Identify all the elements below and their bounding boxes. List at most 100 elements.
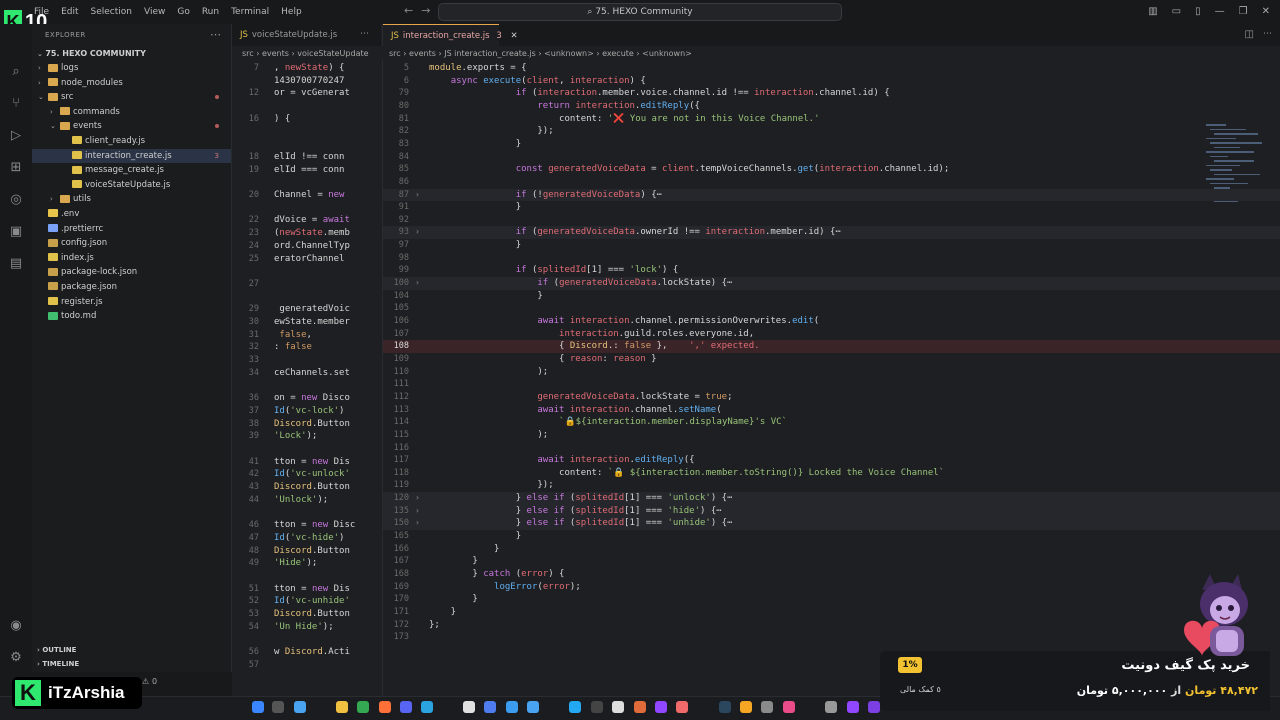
- code-line[interactable]: 169 logError(error);: [383, 581, 1280, 594]
- code-line[interactable]: [232, 380, 381, 393]
- fold-chevron-icon[interactable]: ›: [415, 492, 420, 505]
- sidebar-icon[interactable]: ▯: [1195, 0, 1201, 24]
- code-line[interactable]: 80 return interaction.editReply({: [383, 100, 1280, 113]
- tree-item-client-ready-js[interactable]: client_ready.js: [32, 134, 231, 149]
- code-line[interactable]: 81 content: '❌ You are not in this Voice…: [383, 113, 1280, 126]
- left-code-editor[interactable]: 7 , newState) {1430700770247 12 or = vcGene…: [232, 60, 381, 696]
- code-line[interactable]: 109 { reason: reason }: [383, 353, 1280, 366]
- tab-voice-state-update[interactable]: JS voiceStateUpdate.js: [232, 24, 342, 46]
- close-tab-icon[interactable]: ✕: [510, 31, 517, 41]
- code-line[interactable]: 116: [383, 442, 1280, 455]
- tree-item-todo-md[interactable]: todo.md: [32, 309, 231, 324]
- vscode-icon[interactable]: [569, 701, 581, 713]
- more-actions-icon[interactable]: ⋯: [360, 29, 369, 39]
- menu-go[interactable]: Go: [171, 0, 195, 24]
- problems-count[interactable]: 0: [152, 677, 157, 686]
- fold-chevron-icon[interactable]: ›: [415, 277, 420, 290]
- app-icon[interactable]: [506, 701, 518, 713]
- code-line[interactable]: 48 Discord.Button: [232, 545, 381, 558]
- gear-icon[interactable]: ⚙: [8, 650, 24, 666]
- stats-icon[interactable]: [484, 701, 496, 713]
- nav-arrows[interactable]: ←→: [404, 4, 438, 17]
- command-center[interactable]: ⌕ 75. HEXO Community: [438, 3, 842, 21]
- code-line[interactable]: 104 }: [383, 290, 1280, 303]
- settings-icon[interactable]: [825, 701, 837, 713]
- code-line[interactable]: 47 Id('vc-hide'): [232, 532, 381, 545]
- code-line[interactable]: 170 }: [383, 593, 1280, 606]
- file-explorer-icon[interactable]: [336, 701, 348, 713]
- extensions-icon[interactable]: ⊞: [8, 160, 24, 176]
- code-line[interactable]: [232, 176, 381, 189]
- tree-item--env[interactable]: .env: [32, 207, 231, 222]
- minimize-icon[interactable]: —: [1215, 0, 1225, 24]
- tree-item-logs[interactable]: › logs: [32, 61, 231, 76]
- panel-icon[interactable]: ▭: [1172, 0, 1181, 24]
- code-line[interactable]: 165 }: [383, 530, 1280, 543]
- tree-item-voicestateupdate-js[interactable]: voiceStateUpdate.js: [32, 178, 231, 193]
- code-line[interactable]: 97 }: [383, 239, 1280, 252]
- code-line[interactable]: 39 'Lock');: [232, 430, 381, 443]
- code-line[interactable]: 107 interaction.guild.roles.everyone.id,: [383, 328, 1280, 341]
- more-actions-icon[interactable]: ⋯: [1263, 29, 1272, 39]
- code-line[interactable]: 29 generatedVoic: [232, 303, 381, 316]
- code-line[interactable]: 115 );: [383, 429, 1280, 442]
- tree-item-events[interactable]: ⌄ events: [32, 119, 231, 134]
- back-icon[interactable]: ←: [404, 4, 421, 17]
- remote-icon[interactable]: ◎: [8, 192, 24, 208]
- code-line[interactable]: 46 tton = new Disc: [232, 519, 381, 532]
- code-line[interactable]: 84: [383, 151, 1280, 164]
- code-line[interactable]: [232, 570, 381, 583]
- steam-icon[interactable]: [719, 701, 731, 713]
- code-line[interactable]: 57: [232, 659, 381, 672]
- code-line[interactable]: 166 }: [383, 543, 1280, 556]
- code-line[interactable]: 34 ceChannels.set: [232, 367, 381, 380]
- code-line[interactable]: 118 content: `🔒 ${interaction.member.toS…: [383, 467, 1280, 480]
- code-line[interactable]: 1430700770247: [232, 75, 381, 88]
- app-icon[interactable]: [783, 701, 795, 713]
- code-line[interactable]: [232, 202, 381, 215]
- source-control-icon[interactable]: ⑂: [8, 96, 24, 112]
- code-line[interactable]: [232, 507, 381, 520]
- obs-icon[interactable]: [612, 701, 624, 713]
- fold-chevron-icon[interactable]: ›: [415, 189, 420, 202]
- discord-icon[interactable]: [400, 701, 412, 713]
- code-line[interactable]: 23 (newState.memb: [232, 227, 381, 240]
- tree-item-interaction-create-js[interactable]: interaction_create.js 3: [32, 148, 231, 164]
- outline-section[interactable]: › OUTLINE: [32, 646, 76, 654]
- code-line[interactable]: 111: [383, 378, 1280, 391]
- code-line[interactable]: 91 }: [383, 201, 1280, 214]
- tree-item--prettierrc[interactable]: .prettierrc: [32, 222, 231, 237]
- app-icon[interactable]: [676, 701, 688, 713]
- code-line[interactable]: 30 ewState.member: [232, 316, 381, 329]
- code-line[interactable]: 18 elId !== conn: [232, 151, 381, 164]
- code-line[interactable]: 100 › if (generatedVoiceData.lockState) {…: [383, 277, 1280, 290]
- code-line[interactable]: 106 await interaction.channel.permission…: [383, 315, 1280, 328]
- app-icon[interactable]: [868, 701, 880, 713]
- code-line[interactable]: 51 tton = new Dis: [232, 583, 381, 596]
- code-line[interactable]: 108 { Discord.: false }, ',' expected.: [383, 340, 1280, 353]
- search-icon[interactable]: ⌕: [8, 64, 24, 80]
- menu-help[interactable]: Help: [275, 0, 308, 24]
- tree-item-package-lock-json[interactable]: package-lock.json: [32, 265, 231, 280]
- code-line[interactable]: 19 elId === conn: [232, 164, 381, 177]
- maximize-icon[interactable]: ❐: [1239, 0, 1248, 24]
- fold-chevron-icon[interactable]: ›: [415, 517, 420, 530]
- workspace-root[interactable]: ⌄ 75. HEXO COMMUNITY: [32, 46, 231, 61]
- code-line[interactable]: 112 generatedVoiceData.lockState = true;: [383, 391, 1280, 404]
- code-line[interactable]: 93 › if (generatedVoiceData.ownerId !== i…: [383, 226, 1280, 240]
- code-line[interactable]: 168 } catch (error) {: [383, 568, 1280, 581]
- code-line[interactable]: 25 eratorChannel: [232, 253, 381, 266]
- code-line[interactable]: 79 if (interaction.member.voice.channel.…: [383, 87, 1280, 100]
- task-view-icon[interactable]: [294, 701, 306, 713]
- terminal-panel-icon[interactable]: ▤: [8, 256, 24, 272]
- code-line[interactable]: [232, 138, 381, 151]
- code-line[interactable]: 167 }: [383, 555, 1280, 568]
- code-line[interactable]: 27: [232, 278, 381, 291]
- code-line[interactable]: 43 Discord.Button: [232, 481, 381, 494]
- code-line[interactable]: [232, 265, 381, 278]
- tree-item-index-js[interactable]: index.js: [32, 251, 231, 266]
- code-line[interactable]: 82 });: [383, 125, 1280, 138]
- code-line[interactable]: 150 › } else if (splitedId[1] === 'unhide…: [383, 517, 1280, 531]
- code-line[interactable]: 53 Discord.Button: [232, 608, 381, 621]
- menu-terminal[interactable]: Terminal: [225, 0, 275, 24]
